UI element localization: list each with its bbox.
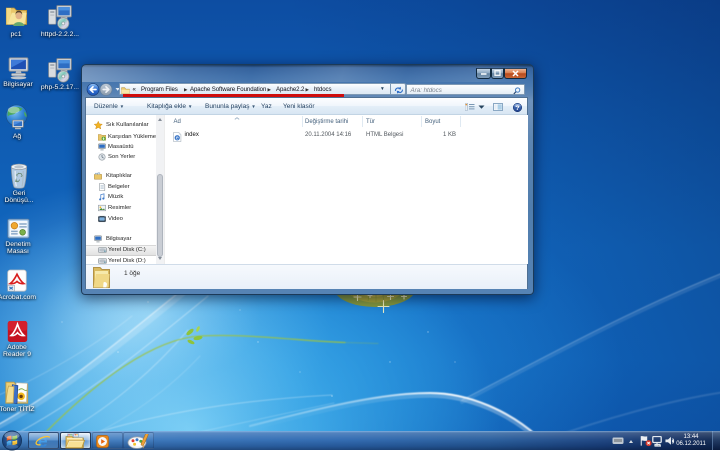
svg-text:e: e [38,433,48,449]
svg-text:e: e [176,135,179,141]
